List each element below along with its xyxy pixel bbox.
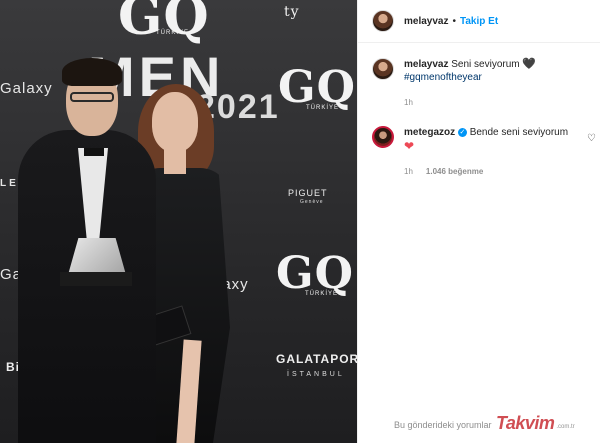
wall-logo-ty: ty [284, 4, 300, 20]
takvim-watermark: Takvim .com.tr [496, 411, 594, 435]
caption-meta: 1h [404, 96, 579, 109]
caption-body: melayvaz Seni seviyorum 🖤 #gqmenoftheyea… [404, 58, 579, 109]
author-avatar[interactable] [372, 10, 394, 32]
reply-avatar[interactable] [372, 126, 394, 148]
watermark-text: Takvim [496, 412, 555, 433]
caption-avatar[interactable] [372, 58, 394, 80]
follow-button[interactable]: Takip Et [460, 16, 498, 27]
comment-panel: melayvaz • Takip Et melayvaz Seni seviyo… [357, 0, 600, 443]
reply-text: Bende seni seviyorum [469, 127, 569, 138]
bow-tie [84, 148, 104, 156]
caption-timestamp[interactable]: 1h [404, 96, 413, 109]
instagram-post-embed: ty GQ TÜRKİYE MEN 2021 GQ TÜRKİYE GQ TÜR… [0, 0, 600, 443]
red-heart-icon: ❤ [404, 139, 415, 153]
glasses-icon [70, 92, 114, 102]
caption-text: Seni seviyorum [451, 59, 520, 70]
caption-username[interactable]: melayvaz [404, 59, 448, 70]
reply-username[interactable]: metegazoz [404, 127, 455, 138]
reply-body: metegazoz ✓ Bende seni seviyorum ❤ 1h 1.… [404, 126, 579, 178]
author-username[interactable]: melayvaz [404, 16, 448, 27]
wall-logo-gq: GQ [118, 0, 210, 47]
wall-logo-turkiye: TÜRKİYE [305, 291, 339, 297]
wall-logo-turkiye: TÜRKİYE [156, 30, 190, 36]
hashtag-link[interactable]: #gqmenoftheyear [404, 71, 579, 84]
heart-outline-icon[interactable]: ♡ [587, 133, 596, 144]
reply-timestamp[interactable]: 1h [404, 165, 413, 178]
reply-like-count[interactable]: 1.046 beğenme [426, 165, 483, 178]
wall-logo-lexus: LE [0, 178, 19, 189]
header-separator: • [452, 15, 456, 27]
reply-meta: 1h 1.046 beğenme [404, 165, 579, 178]
post-photo[interactable]: ty GQ TÜRKİYE MEN 2021 GQ TÜRKİYE GQ TÜR… [0, 0, 357, 443]
wall-logo-istanbul: İSTANBUL [287, 371, 345, 378]
watermark-suffix: .com.tr [556, 424, 575, 430]
man-hair [62, 58, 122, 86]
verified-badge-icon: ✓ [457, 128, 467, 137]
trophy-base [60, 272, 132, 286]
post-header: melayvaz • Takip Et [358, 0, 600, 43]
caption-comment: melayvaz Seni seviyorum 🖤 #gqmenoftheyea… [372, 58, 579, 109]
black-heart-icon: 🖤 [522, 58, 537, 70]
comments-note: Bu gönderideki yorumlar [394, 420, 492, 430]
wall-logo-piguet: PIGUET [288, 188, 328, 198]
wall-logo-galataport: GALATAPORT [276, 352, 357, 366]
woman-face [152, 92, 198, 152]
wall-logo-galaxy: Galaxy [0, 80, 53, 97]
wall-logo-geneve: Genève [300, 199, 324, 205]
wall-logo-turkiye: TÜRKİYE [306, 105, 340, 111]
reply-comment: metegazoz ✓ Bende seni seviyorum ❤ 1h 1.… [372, 126, 579, 178]
